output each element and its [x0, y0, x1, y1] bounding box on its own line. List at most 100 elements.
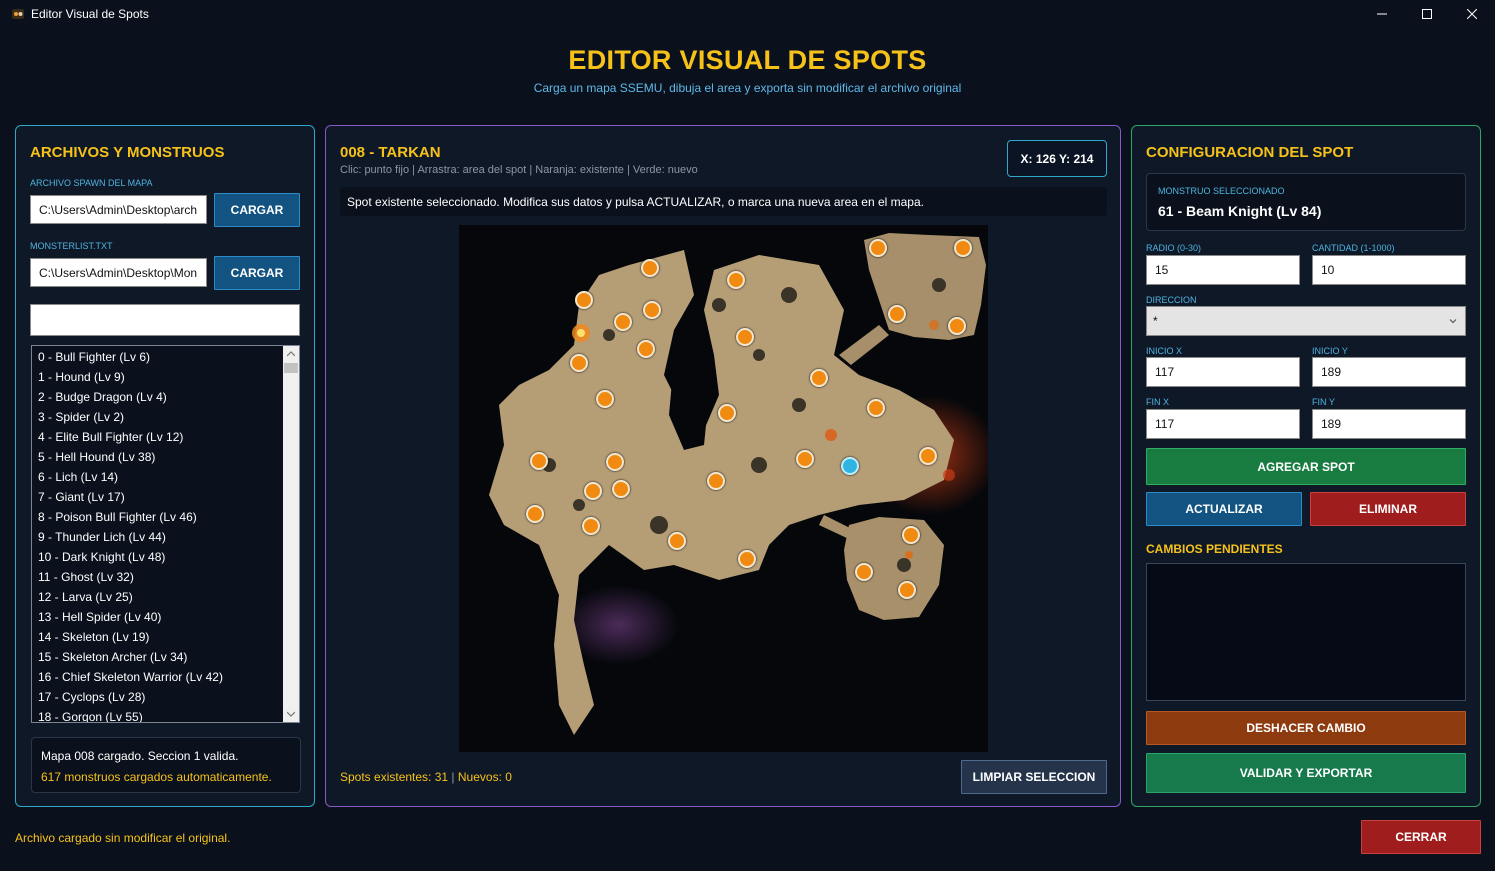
monster-list-item[interactable]: 10 - Dark Knight (Lv 48): [38, 550, 165, 570]
fin-y-input[interactable]: 189: [1312, 409, 1466, 439]
direccion-label: DIRECCION: [1146, 295, 1197, 305]
existing-spot-marker[interactable]: [707, 472, 725, 490]
monsterlist-label: MONSTERLIST.TXT: [30, 241, 113, 251]
selected-spot-marker[interactable]: [841, 457, 859, 475]
maximize-button[interactable]: [1404, 0, 1450, 28]
add-spot-button[interactable]: AGREGAR SPOT: [1146, 448, 1466, 485]
close-window-button[interactable]: [1449, 0, 1495, 28]
existing-spot-marker[interactable]: [810, 369, 828, 387]
existing-spot-marker[interactable]: [668, 532, 686, 550]
pending-changes-list[interactable]: [1146, 563, 1466, 701]
existing-spot-marker[interactable]: [796, 450, 814, 468]
existing-spot-marker[interactable]: [869, 239, 887, 257]
minimize-button[interactable]: [1359, 0, 1405, 28]
map-panel: 008 - TARKAN Clic: punto fijo | Arrastra…: [325, 125, 1121, 807]
monster-list-item[interactable]: 12 - Larva (Lv 25): [38, 590, 133, 610]
existing-spot-marker[interactable]: [584, 482, 602, 500]
existing-spot-marker[interactable]: [888, 305, 906, 323]
existing-spot-marker[interactable]: [738, 550, 756, 568]
close-button[interactable]: CERRAR: [1361, 820, 1481, 854]
existing-spot-marker[interactable]: [898, 581, 916, 599]
monster-list-item[interactable]: 11 - Ghost (Lv 32): [38, 570, 134, 590]
monster-search-input[interactable]: [30, 304, 300, 336]
monster-list-item[interactable]: 5 - Hell Hound (Lv 38): [38, 450, 155, 470]
existing-spot-marker[interactable]: [867, 399, 885, 417]
monster-list-item[interactable]: 0 - Bull Fighter (Lv 6): [38, 350, 150, 370]
inicio-y-input[interactable]: 189: [1312, 357, 1466, 387]
counts-separator: |: [448, 770, 458, 784]
delete-spot-button[interactable]: ELIMINAR: [1310, 492, 1466, 526]
chevron-down-icon: [287, 711, 295, 717]
undo-change-button[interactable]: DESHACER CAMBIO: [1146, 711, 1466, 745]
monster-list-scrollbar[interactable]: [283, 346, 299, 722]
monster-list-item[interactable]: 6 - Lich (Lv 14): [38, 470, 118, 490]
scroll-down-button[interactable]: [283, 706, 299, 722]
monster-list-item[interactable]: 9 - Thunder Lich (Lv 44): [38, 530, 166, 550]
new-spots-count: Nuevos: 0: [457, 770, 512, 784]
monster-list-item[interactable]: 15 - Skeleton Archer (Lv 34): [38, 650, 187, 670]
existing-spot-marker[interactable]: [736, 328, 754, 346]
map-canvas[interactable]: [459, 225, 988, 752]
selected-monster-box: MONSTRUO SELECCIONADO 61 - Beam Knight (…: [1146, 173, 1466, 231]
radio-input[interactable]: 15: [1146, 255, 1300, 285]
monster-list-item[interactable]: 4 - Elite Bull Fighter (Lv 12): [38, 430, 183, 450]
load-spawn-button[interactable]: CARGAR: [214, 193, 300, 227]
existing-spot-marker[interactable]: [596, 390, 614, 408]
monster-list-item[interactable]: 17 - Cyclops (Lv 28): [38, 690, 145, 710]
existing-spot-marker[interactable]: [718, 404, 736, 422]
existing-spot-marker[interactable]: [606, 453, 624, 471]
existing-spot-marker[interactable]: [614, 313, 632, 331]
existing-spot-marker[interactable]: [575, 291, 593, 309]
monster-list[interactable]: 0 - Bull Fighter (Lv 6) 1 - Hound (Lv 9) 2…: [31, 345, 300, 723]
existing-spot-marker[interactable]: [530, 452, 548, 470]
existing-spot-marker[interactable]: [637, 340, 655, 358]
selection-info-bar: Spot existente seleccionado. Modifica su…: [340, 187, 1107, 216]
monster-list-item[interactable]: 16 - Chief Skeleton Warrior (Lv 42): [38, 670, 223, 690]
monster-list-item[interactable]: 2 - Budge Dragon (Lv 4): [38, 390, 167, 410]
monster-list-item[interactable]: 8 - Poison Bull Fighter (Lv 46): [38, 510, 197, 530]
fin-x-input[interactable]: 117: [1146, 409, 1300, 439]
minimize-icon: [1377, 13, 1387, 15]
clear-selection-button[interactable]: LIMPIAR SELECCION: [961, 760, 1107, 794]
selected-monster-value: 61 - Beam Knight (Lv 84): [1158, 203, 1322, 219]
monster-list-item[interactable]: 14 - Skeleton (Lv 19): [38, 630, 149, 650]
update-spot-button[interactable]: ACTUALIZAR: [1146, 492, 1302, 526]
monsters-loaded-line: 617 monstruos cargados automaticamente.: [41, 770, 272, 784]
existing-spot-marker[interactable]: [582, 517, 600, 535]
monsterlist-input[interactable]: C:\Users\Admin\Desktop\Mon: [30, 258, 207, 287]
monster-list-item[interactable]: 3 - Spider (Lv 2): [38, 410, 124, 430]
spawn-file-input[interactable]: C:\Users\Admin\Desktop\arch: [30, 195, 207, 224]
existing-spot-marker[interactable]: [919, 447, 937, 465]
spot-config-panel: CONFIGURACION DEL SPOT MONSTRUO SELECCIO…: [1131, 125, 1481, 807]
cantidad-label: CANTIDAD (1-1000): [1312, 243, 1395, 253]
files-monsters-panel: ARCHIVOS Y MONSTRUOS ARCHIVO SPAWN DEL M…: [15, 125, 315, 807]
existing-spot-marker[interactable]: [855, 563, 873, 581]
chevron-up-icon: [287, 351, 295, 357]
cantidad-input[interactable]: 10: [1312, 255, 1466, 285]
existing-spot-marker[interactable]: [902, 526, 920, 544]
existing-spot-marker[interactable]: [954, 239, 972, 257]
scroll-thumb[interactable]: [284, 363, 298, 373]
existing-spot-marker[interactable]: [570, 354, 588, 372]
existing-spot-marker[interactable]: [727, 271, 745, 289]
direccion-select[interactable]: *: [1146, 306, 1466, 336]
inicio-x-input[interactable]: 117: [1146, 357, 1300, 387]
existing-spot-marker[interactable]: [643, 301, 661, 319]
map-title: 008 - TARKAN: [340, 144, 441, 161]
monster-list-item[interactable]: 18 - Gorgon (Lv 55): [38, 710, 143, 722]
existing-spots-count: Spots existentes: 31: [340, 770, 449, 784]
validate-export-button[interactable]: VALIDAR Y EXPORTAR: [1146, 753, 1466, 793]
existing-spot-marker[interactable]: [526, 505, 544, 523]
config-heading: CONFIGURACION DEL SPOT: [1146, 144, 1354, 161]
load-monsterlist-button[interactable]: CARGAR: [214, 256, 300, 290]
fin-x-label: FIN X: [1146, 397, 1170, 407]
existing-spot-marker[interactable]: [612, 480, 630, 498]
monster-list-item[interactable]: 1 - Hound (Lv 9): [38, 370, 125, 390]
map-hint: Clic: punto fijo | Arrastra: area del sp…: [340, 164, 698, 176]
close-icon: [1467, 9, 1477, 19]
existing-spot-marker[interactable]: [641, 259, 659, 277]
monster-list-item[interactable]: 7 - Giant (Lv 17): [38, 490, 125, 510]
monster-list-item[interactable]: 13 - Hell Spider (Lv 40): [38, 610, 161, 630]
scroll-up-button[interactable]: [283, 346, 299, 362]
existing-spot-marker[interactable]: [948, 317, 966, 335]
